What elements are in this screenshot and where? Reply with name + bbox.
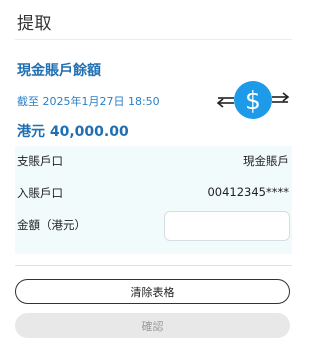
- cash-balance-amount: 港元 40,000.00: [17, 124, 129, 140]
- form-divider: [15, 265, 292, 266]
- clear-form-button[interactable]: 清除表格: [15, 279, 290, 304]
- balance-timestamp: 截至 2025年1月27日 18:50: [17, 95, 160, 108]
- amount-input[interactable]: [164, 211, 290, 241]
- confirm-button[interactable]: 確認: [15, 313, 290, 338]
- svg-text:$: $: [245, 86, 261, 115]
- to-account-value: 00412345****: [207, 185, 289, 199]
- from-account-label: 支賬戶口: [17, 154, 63, 168]
- header-divider: [15, 39, 292, 40]
- page-title: 提取: [17, 14, 52, 34]
- dollar-transfer-icon: $: [216, 81, 290, 119]
- cash-balance-label: 現金賬戶餘額: [17, 63, 101, 79]
- from-account-value: 現金賬戶: [243, 154, 289, 168]
- to-account-label: 入賬戶口: [17, 186, 63, 200]
- withdraw-page: 提取 現金賬戶餘額 截至 2025年1月27日 18:50 $ 港元 40,00…: [0, 0, 309, 358]
- amount-label: 金額（港元）: [17, 218, 86, 232]
